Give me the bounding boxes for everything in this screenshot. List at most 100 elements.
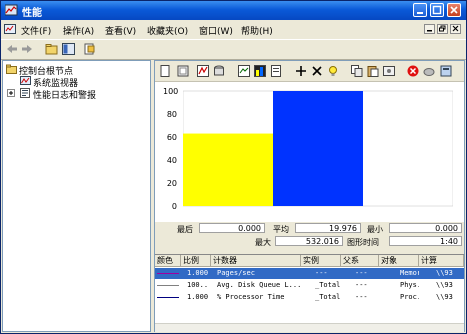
- counter-cell: % Processor Time: [217, 293, 285, 301]
- paste-counter-list-icon[interactable]: [367, 65, 379, 77]
- menu-action[interactable]: 操作(A): [63, 24, 94, 37]
- minimize-button[interactable]: [413, 3, 427, 17]
- average-label: 平均: [273, 225, 289, 234]
- y-tick-label: 40: [166, 156, 177, 165]
- counter-row[interactable]: 100... Avg. Disk Queue L... _Total --- P…: [155, 280, 464, 291]
- duration-value: 1:40: [389, 236, 462, 246]
- menu-file[interactable]: 文件(F): [21, 24, 51, 37]
- system-monitor-icon: [20, 76, 31, 85]
- counter-row[interactable]: 1.000 % Processor Time _Total --- Proc..…: [155, 292, 464, 303]
- minimize-icon: [417, 12, 423, 14]
- window-title: 性能: [22, 8, 42, 19]
- column-header-counter[interactable]: 计数器: [211, 255, 301, 267]
- instance-cell: ---: [315, 269, 328, 277]
- update-data-icon[interactable]: [423, 65, 435, 77]
- column-header-object[interactable]: 对象: [379, 255, 419, 267]
- instance-cell: _Total: [315, 293, 341, 301]
- scale-cell: 1.000: [187, 269, 209, 277]
- view-report-icon[interactable]: [270, 65, 282, 77]
- freeze-display-icon[interactable]: [407, 65, 419, 77]
- view-current-activity-icon[interactable]: [197, 65, 209, 77]
- console-tree: 控制台根节点 系统监视器 性能日志和警报: [2, 60, 151, 332]
- parent-cell: ---: [355, 281, 368, 289]
- logs-alerts-icon: [20, 88, 30, 98]
- menu-view[interactable]: 查看(V): [105, 24, 136, 37]
- tree-item-perf-logs-alerts[interactable]: 性能日志和警报: [33, 88, 96, 101]
- title-bar[interactable]: 性能: [1, 1, 466, 20]
- highlight-icon[interactable]: [327, 65, 339, 77]
- view-histogram-icon[interactable]: [254, 65, 266, 77]
- color-swatch: [157, 285, 179, 286]
- maximize-icon: [432, 5, 442, 15]
- value-bar: 最后 0.000 平均 19.976 最小 0.000 最大 532.016 图…: [155, 222, 464, 254]
- close-icon: [452, 25, 459, 32]
- child-close-button[interactable]: [450, 24, 461, 34]
- counter-cell: Avg. Disk Queue L...: [217, 281, 301, 289]
- system-monitor-pane: 100 80 60 40 20 0 最后 0.000 平均 19.976 最小 …: [154, 60, 465, 332]
- histogram-chart: 100 80 60 40 20 0: [155, 82, 464, 222]
- forward-arrow-icon[interactable]: [21, 43, 34, 55]
- view-graph-icon[interactable]: [238, 65, 250, 77]
- clear-display-icon[interactable]: [177, 65, 189, 77]
- menu-help[interactable]: 帮助(H): [241, 24, 273, 37]
- show-tree-icon[interactable]: [62, 43, 75, 55]
- instance-cell: _Total: [315, 281, 341, 289]
- scale-cell: 1.000: [187, 293, 209, 301]
- plot-area: [183, 90, 453, 207]
- histogram-bar: [273, 91, 363, 206]
- object-cell: Memory: [400, 269, 419, 277]
- object-cell: Phys...: [400, 281, 419, 289]
- y-tick-label: 80: [166, 110, 177, 119]
- monitor-toolbar: [155, 61, 464, 82]
- child-restore-button[interactable]: [437, 24, 448, 34]
- duration-label: 图形时间: [347, 238, 379, 247]
- maximum-label: 最大: [255, 238, 271, 247]
- counter-row[interactable]: 1.000 Pages/sec --- --- Memory \\93: [155, 268, 464, 279]
- help-icon[interactable]: [440, 65, 452, 77]
- object-cell: Proc...: [400, 293, 419, 301]
- minimize-icon: [427, 30, 432, 32]
- back-arrow-icon[interactable]: [5, 43, 18, 55]
- child-window-icon[interactable]: [4, 23, 17, 36]
- parent-cell: ---: [355, 293, 368, 301]
- computer-cell: \\93: [436, 269, 453, 277]
- column-header-instance[interactable]: 实例: [301, 255, 341, 267]
- counter-cell: Pages/sec: [217, 269, 255, 277]
- scale-cell: 100...: [187, 281, 209, 289]
- column-header-scale[interactable]: 比例: [181, 255, 211, 267]
- close-button[interactable]: [447, 3, 461, 17]
- window: 性能 文件(F) 操作(A) 查看(V) 收藏夹(O) 窗口(W) 帮助(H): [0, 0, 467, 334]
- maximum-value: 532.016: [275, 236, 343, 246]
- view-log-data-icon[interactable]: [213, 65, 225, 77]
- menu-bar: 文件(F) 操作(A) 查看(V) 收藏夹(O) 窗口(W) 帮助(H): [1, 20, 466, 38]
- delete-counter-icon[interactable]: [311, 65, 323, 77]
- computer-cell: \\93: [436, 293, 453, 301]
- color-swatch: [157, 273, 179, 274]
- color-swatch: [157, 297, 179, 298]
- computer-cell: \\93: [436, 281, 453, 289]
- column-header-color[interactable]: 颜色: [155, 255, 181, 267]
- column-header-computer[interactable]: 计算: [419, 255, 464, 267]
- properties-icon[interactable]: [83, 43, 96, 55]
- last-value: 0.000: [199, 223, 265, 233]
- counter-legend-list: 颜色 比例 计数器 实例 父系 对象 计算 1.000 Pages/sec --…: [155, 254, 464, 332]
- menu-window[interactable]: 窗口(W): [199, 24, 233, 37]
- column-header-parent[interactable]: 父系: [341, 255, 379, 267]
- expand-plus-icon[interactable]: [7, 89, 15, 97]
- maximize-button[interactable]: [430, 3, 444, 17]
- menu-favorites[interactable]: 收藏夹(O): [147, 24, 188, 37]
- y-tick-label: 20: [166, 179, 177, 188]
- add-counter-icon[interactable]: [295, 65, 307, 77]
- parent-cell: ---: [355, 269, 368, 277]
- average-value: 19.976: [295, 223, 361, 233]
- up-folder-icon[interactable]: [45, 43, 58, 55]
- new-counter-set-icon[interactable]: [159, 65, 171, 77]
- restore-icon: [439, 25, 446, 32]
- horizontal-scrollbar[interactable]: [155, 323, 464, 332]
- properties-icon[interactable]: [383, 65, 395, 77]
- child-minimize-button[interactable]: [424, 24, 435, 34]
- copy-properties-icon[interactable]: [351, 65, 363, 77]
- histogram-bar: [183, 133, 273, 206]
- performance-app-icon: [5, 4, 18, 16]
- last-label: 最后: [177, 225, 193, 234]
